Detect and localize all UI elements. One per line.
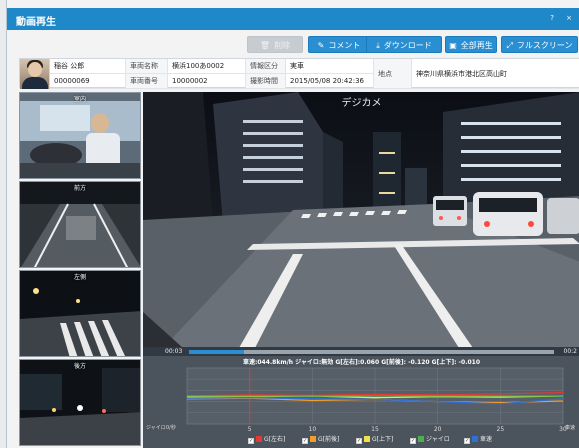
legend-swatch — [256, 436, 262, 442]
legend-item[interactable]: ✓ ジャイロ — [410, 434, 450, 444]
legend-checkbox[interactable]: ✓ — [248, 438, 254, 444]
chart-legend: ✓ G[左右] ✓ G[前後] ✓ G[上下] ✓ ジャイロ ✓ 車速 — [143, 433, 579, 445]
fullscreen-button[interactable]: ⤢ フルスクリーン — [501, 36, 578, 53]
vehicle-name: 横浜100あ0002 — [168, 59, 246, 74]
seek-track[interactable] — [189, 350, 554, 354]
legend-swatch — [418, 436, 424, 442]
seek-progress — [189, 350, 244, 354]
fullscreen-button-label: フルスクリーン — [516, 41, 573, 50]
legend-label: G[左右] — [264, 436, 286, 443]
legend-swatch — [472, 436, 478, 442]
interior-camera-image — [20, 93, 140, 178]
trash-icon: 🗑 — [259, 41, 271, 50]
camera-label: デジカメ — [341, 98, 382, 109]
x-tick-label: 10 — [309, 426, 317, 432]
legend-item[interactable]: ✓ 車速 — [464, 434, 492, 444]
play-all-icon: ▣ — [449, 41, 457, 50]
legend-item[interactable]: ✓ G[前後] — [302, 434, 339, 444]
sensor-chart: 5 10 15 20 25 30 — [186, 367, 567, 432]
x-tick-label: 20 — [434, 426, 442, 432]
left-camera-image — [20, 271, 140, 356]
trip-info-panel: 稲谷 公郎 00000069 車両名称 横浜100あ0002 車両番号 1000… — [19, 58, 579, 89]
rear-camera-image — [20, 360, 140, 445]
driver-avatar — [20, 59, 50, 89]
window-title: 動画再生 — [16, 17, 56, 28]
legend-label: G[上下] — [372, 436, 394, 443]
x-tick-label: 5 — [248, 426, 252, 432]
fullscreen-icon: ⤢ — [506, 41, 513, 50]
legend-checkbox[interactable]: ✓ — [464, 438, 470, 444]
toolbar: 🗑 削除 ✎ コメント ⤓ ダウンロード ▣ 全部再生 ⤢ フルスクリーン — [7, 36, 579, 54]
legend-label: ジャイロ — [426, 436, 450, 443]
x-tick-label: 25 — [497, 426, 505, 432]
thumbnail-caption: 後方 — [73, 363, 86, 370]
seek-bar[interactable]: 00:03 00:2 — [143, 347, 579, 356]
comment-button[interactable]: ✎ コメント — [308, 36, 370, 53]
total-time: 00:2 — [563, 348, 577, 355]
title-bar: 動画再生 ? × — [7, 8, 579, 30]
place-label: 地点 — [374, 59, 412, 89]
shot-time: 2015/05/08 20:42:36 — [286, 74, 374, 89]
legend-swatch — [364, 436, 370, 442]
thumbnail-caption: 左側 — [73, 274, 86, 281]
legend-swatch — [310, 436, 316, 442]
comment-button-label: コメント — [328, 41, 361, 50]
place: 神奈川県横浜市港北区高山町 — [412, 59, 579, 89]
x-tick-label: 30 — [559, 426, 567, 432]
legend-label: 車速 — [480, 436, 493, 443]
vehicle-no-label: 車両番号 — [126, 74, 168, 89]
digital-camera-frame — [143, 92, 579, 348]
download-icon: ⤓ — [376, 41, 380, 50]
play-all-button-label: 全部再生 — [460, 41, 493, 50]
thumbnail-caption: 室内 — [73, 96, 86, 103]
front-camera-image — [20, 182, 140, 267]
vehicle-no: 10000002 — [168, 74, 246, 89]
driver-name: 稲谷 公郎 — [50, 59, 126, 74]
report-type: 実車 — [286, 59, 374, 74]
legend-label: G[前後] — [318, 436, 340, 443]
thumbnail-rear[interactable]: 後方 — [19, 359, 141, 446]
thumbnail-left[interactable]: 左側 — [19, 270, 141, 357]
legend-checkbox[interactable]: ✓ — [356, 438, 362, 444]
vehicle-name-label: 車両名称 — [126, 59, 168, 74]
thumbnail-caption: 前方 — [73, 185, 86, 192]
legend-checkbox[interactable]: ✓ — [410, 438, 416, 444]
video-playback-window: 動画再生 ? × 🗑 削除 ✎ コメント ⤓ ダウンロード ▣ 全部再生 ⤢ フルスクリー… — [6, 0, 579, 448]
legend-item[interactable]: ✓ G[上下] — [356, 434, 393, 444]
report-type-label: 情報区分 — [246, 59, 286, 74]
delete-button[interactable]: 🗑 削除 — [247, 36, 303, 53]
download-button-label: ダウンロード — [383, 41, 432, 50]
legend-item[interactable]: ✓ G[左右] — [248, 434, 285, 444]
download-button[interactable]: ⤓ ダウンロード — [366, 36, 442, 53]
window-controls[interactable]: ? × — [550, 14, 577, 22]
shot-time-label: 撮影時間 — [246, 74, 286, 89]
legend-checkbox[interactable]: ✓ — [302, 438, 308, 444]
edit-icon: ✎ — [317, 41, 325, 50]
camera-thumbnail-list: 室内 前方 左側 後方 — [19, 92, 141, 448]
main-video-player[interactable]: デジカメ — [143, 92, 579, 348]
play-all-button[interactable]: ▣ 全部再生 — [445, 36, 497, 53]
delete-button-label: 削除 — [274, 41, 291, 50]
thumbnail-front[interactable]: 前方 — [19, 181, 141, 268]
current-time: 00:03 — [165, 348, 183, 355]
thumbnail-interior[interactable]: 室内 — [19, 92, 141, 179]
x-tick-label: 15 — [371, 426, 379, 432]
sensor-graph-panel: 車速:044.8km/h ジャイロ:無効 G[左右]:0.060 G[前後]: … — [143, 356, 579, 448]
driver-id: 00000069 — [50, 74, 126, 89]
